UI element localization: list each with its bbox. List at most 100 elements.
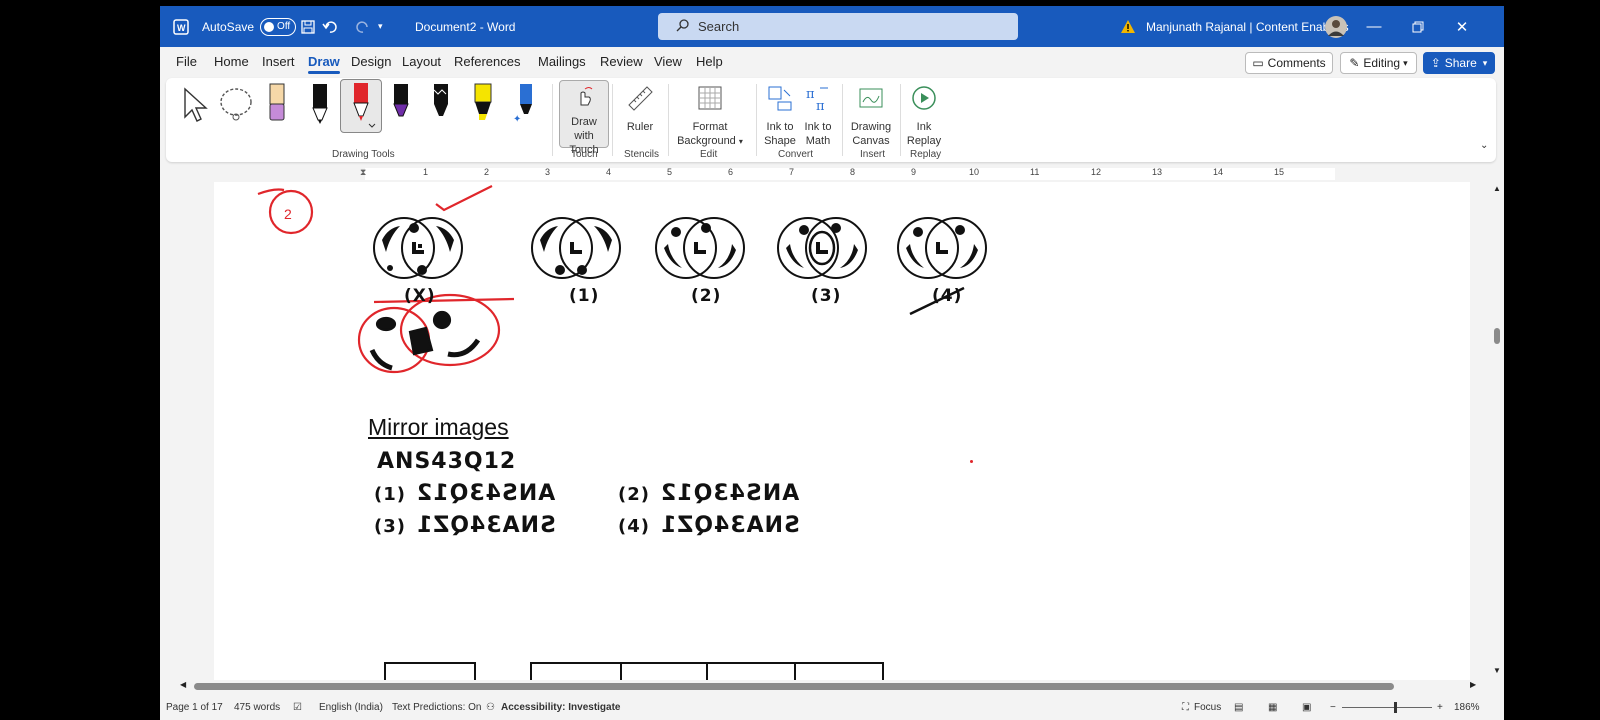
tab-draw[interactable]: Draw [308, 54, 340, 74]
focus-button[interactable]: Focus [1194, 702, 1221, 713]
autosave-toggle[interactable]: Off [260, 17, 297, 36]
zoom-level[interactable]: 186% [1454, 702, 1480, 713]
horizontal-scroll-thumb[interactable] [194, 683, 1394, 690]
horizontal-scrollbar[interactable]: ◀ ▶ [180, 680, 1480, 692]
proofing-icon[interactable]: ☑ [293, 702, 302, 713]
tab-review[interactable]: Review [600, 54, 643, 69]
table-cell [706, 662, 796, 680]
strike-ink [909, 286, 965, 316]
document-page[interactable]: 2 (X) (1) (2) (3) (4) Mirror images ANS4… [214, 182, 1470, 680]
horizontal-ruler[interactable]: 1 2 3 4 5 6 7 8 9 10 11 12 13 14 15 ⧗ [160, 166, 1504, 182]
focus-icon[interactable]: ⛶ [1182, 702, 1189, 713]
pattern-pen-icon[interactable] [430, 82, 452, 127]
customize-qat-icon[interactable]: ▾ [378, 6, 383, 47]
ribbon: ✦ Drawing Tools Draw with Touch Touch Ru… [166, 78, 1496, 162]
scroll-right-icon[interactable]: ▶ [1470, 680, 1476, 689]
accessibility-icon[interactable]: ⚇ [486, 702, 495, 713]
share-icon: ⇪ [1430, 56, 1441, 70]
undo-icon[interactable] [322, 6, 342, 47]
scroll-down-icon[interactable]: ▼ [1493, 666, 1501, 675]
accessibility-status[interactable]: Accessibility: Investigate [501, 702, 621, 713]
tab-home[interactable]: Home [214, 54, 249, 69]
restore-icon[interactable] [1396, 6, 1440, 47]
ruler-button[interactable]: Ruler [618, 84, 662, 134]
title-bar: W AutoSave Off ▾ Document2 - Word Search… [160, 6, 1504, 47]
purple-pen-icon[interactable] [390, 82, 412, 127]
ruler-number: 1 [423, 167, 429, 177]
indent-marker-icon[interactable]: ⧗ [360, 167, 366, 178]
lasso-tool-icon[interactable] [218, 86, 254, 127]
user-name[interactable]: Manjunath Rajanal | Content Enablers [1146, 6, 1349, 47]
comments-button[interactable]: ▭ Comments [1245, 52, 1333, 74]
zoom-in-icon[interactable]: + [1437, 702, 1443, 713]
option-2-number: (2) [618, 484, 650, 505]
ruler-icon [618, 84, 662, 116]
tab-mailings[interactable]: Mailings [538, 54, 586, 69]
galaxy-pen-icon[interactable]: ✦ [512, 82, 538, 127]
option-4-text: SNA34QZ1 [660, 513, 800, 538]
read-mode-icon[interactable]: ▤ [1234, 702, 1243, 713]
svg-text:W: W [177, 23, 186, 33]
ink-replay-button[interactable]: Ink Replay [904, 84, 944, 148]
save-icon[interactable] [300, 6, 316, 47]
ruler-number: 5 [667, 167, 673, 177]
search-box[interactable]: Search [658, 13, 1018, 40]
zoom-out-icon[interactable]: − [1330, 702, 1336, 713]
ribbon-collapse-icon[interactable]: ⌄ [1480, 140, 1488, 151]
option-3-text: SNA34QZ1 [416, 513, 556, 538]
ruler-number: 12 [1091, 167, 1102, 177]
minimize-icon[interactable]: — [1352, 6, 1396, 47]
print-layout-icon[interactable]: ▦ [1268, 702, 1277, 713]
ruler-number: 13 [1152, 167, 1163, 177]
page-count[interactable]: Page 1 of 17 [166, 702, 223, 713]
zoom-slider[interactable] [1342, 702, 1432, 713]
red-pen-selected-icon[interactable] [340, 79, 382, 133]
tab-layout[interactable]: Layout [402, 54, 441, 69]
web-layout-icon[interactable]: ▣ [1302, 702, 1311, 713]
ruler-number: 10 [969, 167, 980, 177]
editing-mode-button[interactable]: ✎ Editing ▾ [1340, 52, 1417, 74]
figure-label-2: (2) [691, 286, 722, 306]
redo-icon[interactable] [355, 6, 371, 47]
group-label-stencils: Stencils [624, 149, 660, 160]
figure-label-3: (3) [811, 286, 842, 306]
scroll-up-icon[interactable]: ▲ [1493, 184, 1501, 193]
eraser-pen-icon[interactable] [266, 82, 288, 127]
drawing-canvas-button[interactable]: Drawing Canvas [846, 84, 896, 148]
tab-design[interactable]: Design [351, 54, 391, 69]
zoom-slider-thumb[interactable] [1394, 702, 1397, 713]
language[interactable]: English (India) [319, 702, 383, 713]
text-predictions[interactable]: Text Predictions: On [392, 702, 481, 713]
ruler-number: 4 [606, 167, 612, 177]
scroll-thumb[interactable] [1494, 328, 1500, 344]
ink-to-shape-button[interactable]: Ink to Shape [760, 84, 800, 148]
table-cell [530, 662, 622, 680]
avatar[interactable] [1325, 6, 1347, 47]
tab-view[interactable]: View [654, 54, 682, 69]
tab-references[interactable]: References [454, 54, 520, 69]
group-label-edit: Edit [700, 149, 718, 160]
svg-text:✦: ✦ [513, 114, 521, 124]
word-count[interactable]: 475 words [234, 702, 280, 713]
select-tool-icon[interactable] [180, 86, 210, 127]
draw-with-touch-button[interactable]: Draw with Touch [559, 80, 609, 156]
scroll-left-icon[interactable]: ◀ [180, 680, 186, 689]
tab-help[interactable]: Help [696, 54, 723, 69]
ink-to-math-button[interactable]: ππ Ink to Math [798, 84, 838, 148]
close-icon[interactable]: ✕ [1440, 6, 1484, 47]
vertical-scrollbar[interactable]: ▲ ▼ [1490, 182, 1504, 680]
format-background-button[interactable]: Format Background ▾ [672, 84, 748, 149]
black-pen-icon[interactable] [309, 82, 331, 127]
ruler-number: 14 [1213, 167, 1224, 177]
warning-icon[interactable] [1120, 6, 1136, 47]
figure-4 [897, 217, 987, 279]
tab-file[interactable]: File [176, 54, 197, 69]
chevron-down-icon: ▾ [738, 137, 743, 146]
share-button[interactable]: ⇪ Share ▾ [1423, 52, 1495, 74]
section-heading: Mirror images [368, 414, 509, 440]
yellow-highlighter-icon[interactable] [470, 82, 496, 127]
tab-insert[interactable]: Insert [262, 54, 295, 69]
document-title: Document2 - Word [415, 19, 516, 34]
search-icon [676, 18, 690, 35]
autosave-label: AutoSave [202, 19, 255, 34]
